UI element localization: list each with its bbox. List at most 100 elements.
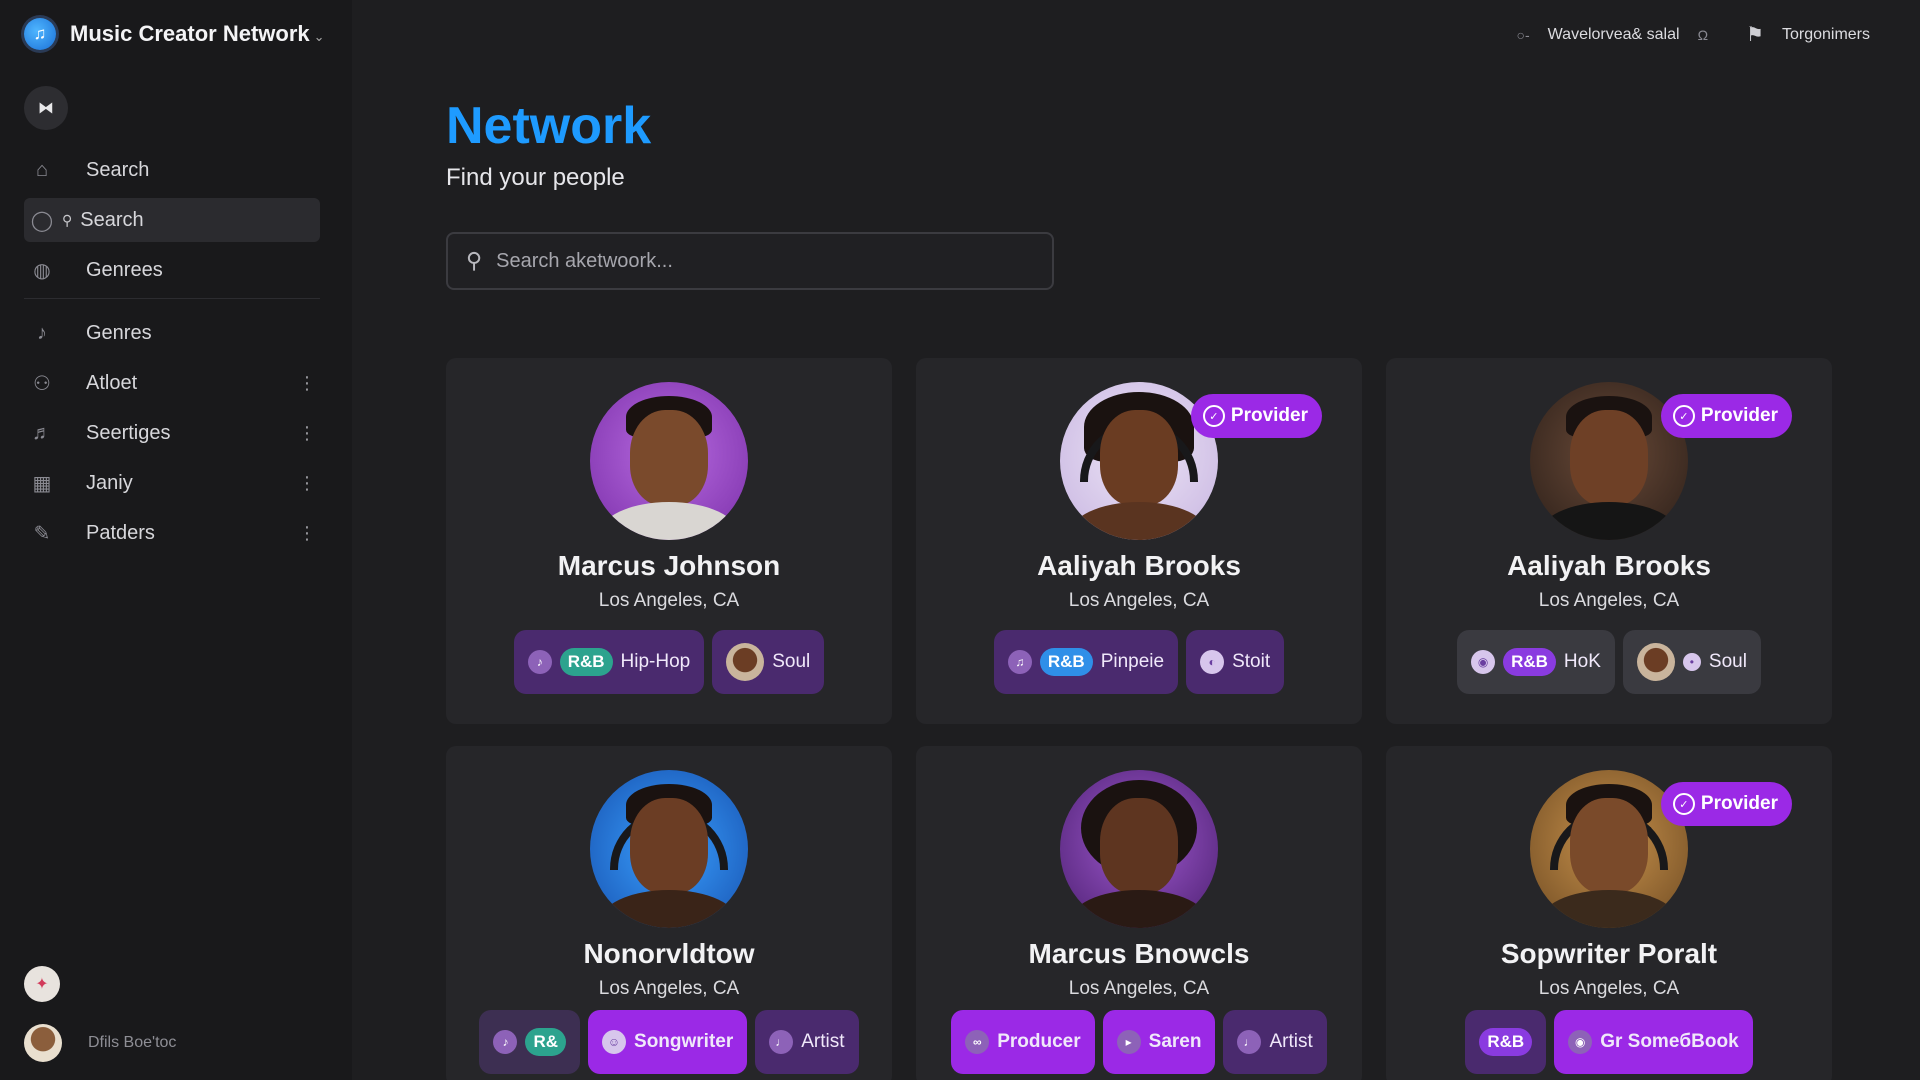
tag-label: Artist [801,1031,845,1052]
avatar-body [1539,502,1679,540]
disc-icon: ◉ [1568,1030,1593,1054]
music-add-icon: ♬ [32,421,52,444]
tag-label: Artist [1269,1031,1313,1052]
provider-label: Provider [1700,405,1778,426]
creator-location: Los Angeles, CA [1068,590,1210,611]
avatar-face [1570,798,1648,894]
sidebar-item-atloet[interactable]: ⚇ Atloet ⋮ [24,361,320,405]
music-logo-icon: ♫ [24,18,56,50]
brand[interactable]: ♫ Music Creator Network ⌄ [24,18,325,50]
provider-badge: ✓ Provider [1190,394,1322,438]
creator-card[interactable]: Nonorvldtow Los Angeles, CA ♪ R& ☺ Songw… [446,746,892,1080]
tag-label: Saren [1148,1031,1202,1052]
sidebar-item-patders[interactable]: ✎ Patders ⋮ [24,511,320,555]
creator-location: Los Angeles, CA [1538,590,1680,611]
sidebar-item-genrees[interactable]: ◍ Genrees [24,248,320,292]
role-tag-producer[interactable]: ∞ Producer [951,1010,1095,1074]
avatar [590,382,748,540]
sidebar-toggle-icon: ⧓ [38,100,54,117]
genre-tag[interactable]: ◐ Stoit [1186,630,1285,694]
creator-card[interactable]: ✓ Provider Aaliyah Brooks Los Angeles, C… [1386,358,1832,724]
app-root: ♫ Music Creator Network ⌄ ⧓ ⌂ Search ◯ ⚲… [0,0,1920,1080]
creator-name: Sopwriter Poralt [1500,938,1718,969]
genre-tag[interactable]: Soul [712,630,825,694]
sidebar-item-seertiges[interactable]: ♬ Seertiges ⋮ [24,411,320,455]
provider-icon: ✓ [1672,793,1695,815]
tag-label: Hip-Hop [620,651,691,672]
avatar-body [599,890,739,928]
topbar: ○- Wavelorvea& salal Ω ⚑ Torgonimers [1517,22,1870,47]
creator-card[interactable]: ✓ Provider Aaliyah Brooks Los Angeles, C… [916,358,1362,724]
avatar-face [1100,410,1178,506]
collapse-sidebar-button[interactable]: ⧓ [24,86,68,130]
toggle-icon: ◐ [1200,650,1225,674]
avatar-face [630,410,708,506]
tag-label: Gr SomeбBook [1600,1031,1739,1052]
status-icon: ○- [1516,26,1530,43]
sidebar-item-label: Seertiges [86,421,171,444]
tag-label: Soul [1708,651,1747,672]
sidebar-item-search[interactable]: ◯ ⚲ Search [24,198,320,242]
network-icon: ⚇ [33,372,51,395]
page-title: Network [446,97,652,155]
tag-pill: R&B [1039,648,1093,676]
sidebar-item-label: Patders [86,521,155,544]
tag-label: Stoit [1232,651,1271,672]
sidebar-item-genres[interactable]: ♪ Genres [24,311,320,355]
disc-icon: • [1682,653,1701,671]
user-name: Dfils Boe'toc [88,1034,177,1051]
creator-card[interactable]: ✓ Provider Sopwriter Poralt Los Angeles,… [1386,746,1832,1080]
avatar-face [1100,798,1178,894]
creator-grid: Marcus Johnson Los Angeles, CA ♪ R&B Hip… [446,358,1832,1080]
music-note-icon: ♫ [1007,650,1032,674]
genre-tag[interactable]: ♫ R&B Pinpeie [993,630,1179,694]
creator-location: Los Angeles, CA [1068,978,1210,999]
more-icon[interactable]: ⋮ [298,373,316,394]
sidebar-item-home[interactable]: ⌂ Search [24,148,320,192]
tag-label: HoK [1563,651,1601,672]
current-user[interactable]: Dfils Boe'toc [24,1024,176,1062]
role-tag-artist[interactable]: ♩ Artist [755,1010,859,1074]
role-tag-songwriter[interactable]: ☺ Songwriter [588,1010,748,1074]
sidebar: ♫ Music Creator Network ⌄ ⧓ ⌂ Search ◯ ⚲… [0,0,352,1080]
chevron-down-icon[interactable]: ⌄ [314,29,325,45]
topbar-item-1[interactable]: Wavelorvea& salal [1548,26,1680,44]
genre-tag[interactable]: ◉ Gr SomeбBook [1554,1010,1753,1074]
home-icon: ⌂ [35,158,49,181]
more-icon[interactable]: ⋮ [298,523,316,544]
search-box[interactable]: ⚲ [446,232,1054,290]
tag-list: ♪ R& ☺ Songwriter ♩ Artist [446,1010,892,1074]
creator-location: Los Angeles, CA [598,978,740,999]
avatar-face [1570,410,1648,506]
sidebar-item-label: Genrees [86,258,163,281]
genre-tag[interactable]: R&B [1465,1010,1547,1074]
creator-name: Aaliyah Brooks [1507,550,1711,581]
role-tag-saren[interactable]: ▸ Saren [1102,1010,1216,1074]
topbar-item-2[interactable]: Torgonimers [1782,26,1870,44]
genre-tag[interactable]: ♪ R& [479,1010,581,1074]
genre-tag[interactable]: ♪ R&B Hip-Hop [513,630,705,694]
search-input[interactable] [496,249,1017,273]
role-tag-artist[interactable]: ♩ Artist [1223,1010,1327,1074]
page-subtitle: Find your people [446,164,625,191]
tag-pill: R&B [1479,1028,1533,1056]
activity-icon[interactable]: ✦ [24,966,60,1002]
tag-label: Producer [997,1031,1081,1052]
creator-card[interactable]: Marcus Johnson Los Angeles, CA ♪ R&B Hip… [446,358,892,724]
avatar [726,643,765,681]
avatar [1060,770,1218,928]
sidebar-item-janiy[interactable]: ▦ Janiy ⋮ [24,461,320,505]
more-icon[interactable]: ⋮ [298,473,316,494]
creator-name: Aaliyah Brooks [1037,550,1241,581]
genre-tag[interactable]: • Soul [1622,630,1761,694]
creator-name: Nonorvldtow [583,938,755,969]
tag-list: R&B ◉ Gr SomeбBook [1386,1010,1832,1074]
headphones-icon[interactable]: Ω [1698,27,1708,43]
genre-tag[interactable]: ◉ R&B HoK [1457,630,1615,694]
mic-icon: ♩ [769,1030,794,1054]
creator-card[interactable]: Marcus Bnowcls Los Angeles, CA ∞ Produce… [916,746,1362,1080]
provider-icon: ✓ [1202,405,1225,427]
more-icon[interactable]: ⋮ [298,423,316,444]
sidebar-item-label: Search [80,208,144,231]
flag-icon: ⚑ [1746,24,1764,46]
